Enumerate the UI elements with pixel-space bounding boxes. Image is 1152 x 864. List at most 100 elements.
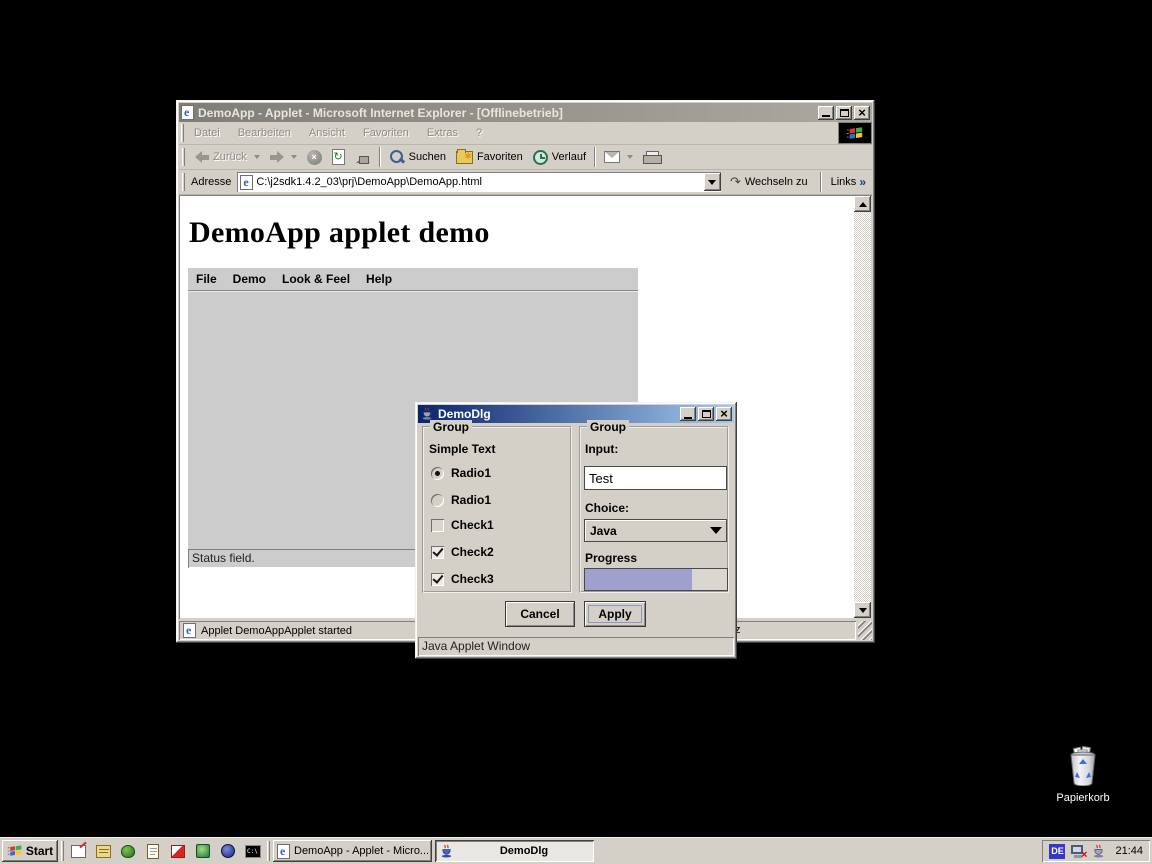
- print-button[interactable]: [638, 147, 665, 168]
- task-button-browser[interactable]: DemoApp - Applet - Micro...: [273, 840, 432, 862]
- mail-dropdown-icon[interactable]: [627, 155, 633, 162]
- radio-row-2[interactable]: Radio1: [431, 493, 491, 507]
- media-player-icon[interactable]: [167, 840, 189, 862]
- address-input[interactable]: [256, 174, 701, 190]
- menu-help[interactable]: ?: [468, 125, 490, 141]
- check-row-3[interactable]: Check3: [431, 572, 494, 586]
- favorites-icon: [456, 151, 473, 164]
- home-button[interactable]: [350, 147, 376, 168]
- applet-menu-lookfeel[interactable]: Look & Feel: [282, 272, 350, 286]
- links-bar[interactable]: Links »: [829, 175, 868, 189]
- input-field: [584, 466, 727, 490]
- tasks-grip[interactable]: [267, 841, 270, 861]
- show-desktop-icon[interactable]: [67, 840, 89, 862]
- menu-favoriten[interactable]: Favoriten: [355, 125, 417, 141]
- scroll-up-button[interactable]: [854, 196, 871, 212]
- cancel-button[interactable]: Cancel: [505, 601, 575, 627]
- vertical-scrollbar[interactable]: [854, 196, 871, 618]
- quicklaunch-grip[interactable]: [61, 841, 64, 861]
- check-row-2[interactable]: Check2: [431, 545, 494, 559]
- start-button[interactable]: Start: [2, 840, 58, 862]
- java-cup-icon: [439, 844, 454, 859]
- go-button[interactable]: ↷ Wechseln zu: [725, 172, 813, 193]
- progress-bar: [584, 568, 728, 591]
- document-icon[interactable]: [142, 840, 164, 862]
- minimize-button[interactable]: [818, 106, 834, 120]
- mail-button[interactable]: [599, 147, 638, 168]
- system-tray: DE × 21:44: [1042, 840, 1150, 862]
- dialog-maximize-button[interactable]: [698, 407, 714, 421]
- toolbar-grip[interactable]: [182, 148, 185, 166]
- applet-menu-demo[interactable]: Demo: [233, 272, 266, 286]
- dialog-close-button[interactable]: ×: [716, 407, 732, 421]
- search-button[interactable]: Suchen: [384, 147, 451, 168]
- windows-flag-icon: [846, 126, 864, 141]
- apply-button[interactable]: Apply: [584, 601, 646, 627]
- keyboard-layout-indicator[interactable]: DE: [1049, 844, 1065, 859]
- status-text: Applet DemoAppApplet started: [201, 625, 352, 637]
- maximize-button[interactable]: [836, 106, 852, 120]
- group-left-title: Group: [430, 420, 472, 434]
- scroll-down-button[interactable]: [854, 602, 871, 618]
- combobox-arrow-icon[interactable]: [706, 521, 726, 540]
- resize-grip[interactable]: [858, 621, 872, 640]
- taskbar: Start C:\ DemoApp - Applet - Mic: [0, 837, 1152, 864]
- print-icon: [643, 151, 660, 164]
- taskbar-clock: 21:44: [1115, 845, 1143, 857]
- addressbar-grip[interactable]: [182, 173, 185, 191]
- checkbox-icon[interactable]: [431, 519, 444, 532]
- back-button[interactable]: Zurück: [190, 147, 265, 168]
- history-icon: [533, 150, 548, 165]
- favorites-button[interactable]: Favoriten: [451, 147, 528, 168]
- menubar-grip[interactable]: [181, 124, 184, 142]
- menu-bearbeiten[interactable]: Bearbeiten: [230, 125, 299, 141]
- command-prompt-icon[interactable]: C:\: [242, 840, 264, 862]
- page-heading: DemoApp applet demo: [189, 216, 872, 250]
- text-input[interactable]: [585, 467, 726, 489]
- menu-extras[interactable]: Extras: [419, 125, 466, 141]
- applet-menu-file[interactable]: File: [196, 272, 217, 286]
- demodlg-dialog: DemoDlg × Group Simple Text Radio1 Radio…: [415, 402, 737, 659]
- recycle-bin[interactable]: Papierkorb: [1047, 746, 1119, 804]
- check-row-1[interactable]: Check1: [431, 518, 494, 532]
- globe-icon[interactable]: [217, 840, 239, 862]
- dialog-minimize-button[interactable]: [680, 407, 696, 421]
- checkbox-icon[interactable]: [431, 573, 444, 586]
- applet-menu-help[interactable]: Help: [366, 272, 392, 286]
- input-label: Input:: [585, 442, 618, 456]
- address-field: [237, 172, 721, 192]
- forward-dropdown-icon[interactable]: [291, 155, 297, 162]
- choice-combobox[interactable]: Java: [584, 519, 727, 542]
- home-icon: [355, 150, 371, 164]
- task-button-demodlg[interactable]: DemoDlg: [435, 840, 594, 862]
- messenger-icon[interactable]: [192, 840, 214, 862]
- radio-icon[interactable]: [431, 467, 444, 480]
- choice-label: Choice:: [585, 501, 629, 515]
- browser-titlebar[interactable]: DemoApp - Applet - Microsoft Internet Ex…: [179, 103, 872, 122]
- address-dropdown-button[interactable]: [704, 173, 721, 191]
- dialog-body: Group Simple Text Radio1 Radio1 Check1 C…: [418, 423, 734, 656]
- menu-ansicht[interactable]: Ansicht: [301, 125, 353, 141]
- recycle-bin-label[interactable]: Papierkorb: [1047, 792, 1119, 804]
- back-dropdown-icon[interactable]: [254, 155, 260, 162]
- radio-row-1[interactable]: Radio1: [431, 466, 491, 480]
- java-tray-icon[interactable]: [1091, 844, 1106, 859]
- internet-explorer-icon: [181, 105, 194, 120]
- bug-tool-icon[interactable]: [117, 840, 139, 862]
- notes-icon[interactable]: [92, 840, 114, 862]
- radio-icon[interactable]: [431, 494, 444, 507]
- offline-status-icon[interactable]: ×: [1070, 844, 1086, 859]
- stop-button[interactable]: ×: [302, 147, 327, 168]
- links-chevron-icon[interactable]: »: [859, 175, 866, 189]
- close-button[interactable]: ×: [854, 106, 870, 120]
- history-button[interactable]: Verlauf: [528, 147, 591, 168]
- simple-text-label: Simple Text: [429, 442, 495, 456]
- checkbox-icon[interactable]: [431, 546, 444, 559]
- dialog-title: DemoDlg: [438, 407, 678, 421]
- browser-menubar: Datei Bearbeiten Ansicht Favoriten Extra…: [179, 122, 872, 145]
- desktop: { "colors": { "desktop": "#000000", "chr…: [0, 0, 1152, 864]
- forward-button[interactable]: [265, 147, 302, 168]
- windows-flag-icon: [7, 844, 23, 858]
- refresh-button[interactable]: ↻: [327, 147, 350, 168]
- menu-datei[interactable]: Datei: [186, 125, 228, 141]
